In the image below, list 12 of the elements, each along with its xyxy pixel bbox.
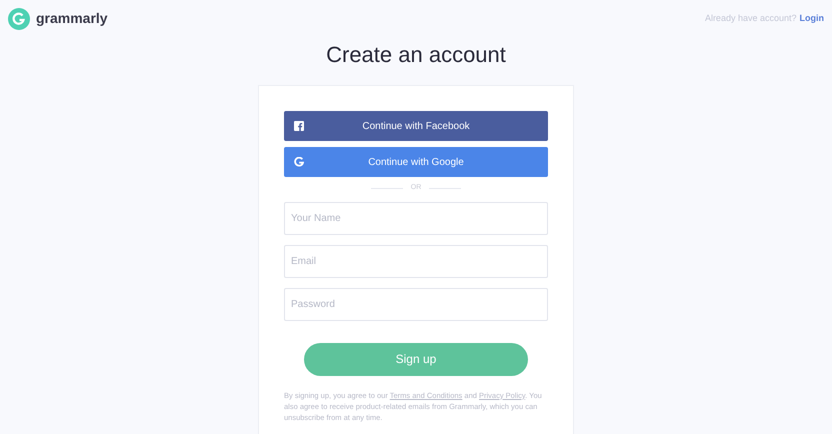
- input-field[interactable]: Your Name: [284, 202, 548, 234]
- input-field[interactable]: Password: [284, 288, 548, 320]
- logo-icon: [8, 8, 30, 30]
- google-button[interactable]: Continue with Google: [284, 147, 548, 177]
- login-link[interactable]: Login: [800, 12, 824, 26]
- input-field[interactable]: Email: [284, 244, 548, 278]
- facebook-icon: [294, 121, 304, 131]
- page-title: Create an account: [325, 41, 507, 69]
- logo-text: grammarly: [36, 9, 108, 28]
- facebook-button[interactable]: Continue with Facebook: [284, 111, 548, 141]
- signup-button[interactable]: Sign up: [304, 342, 528, 376]
- google-icon: [294, 157, 304, 167]
